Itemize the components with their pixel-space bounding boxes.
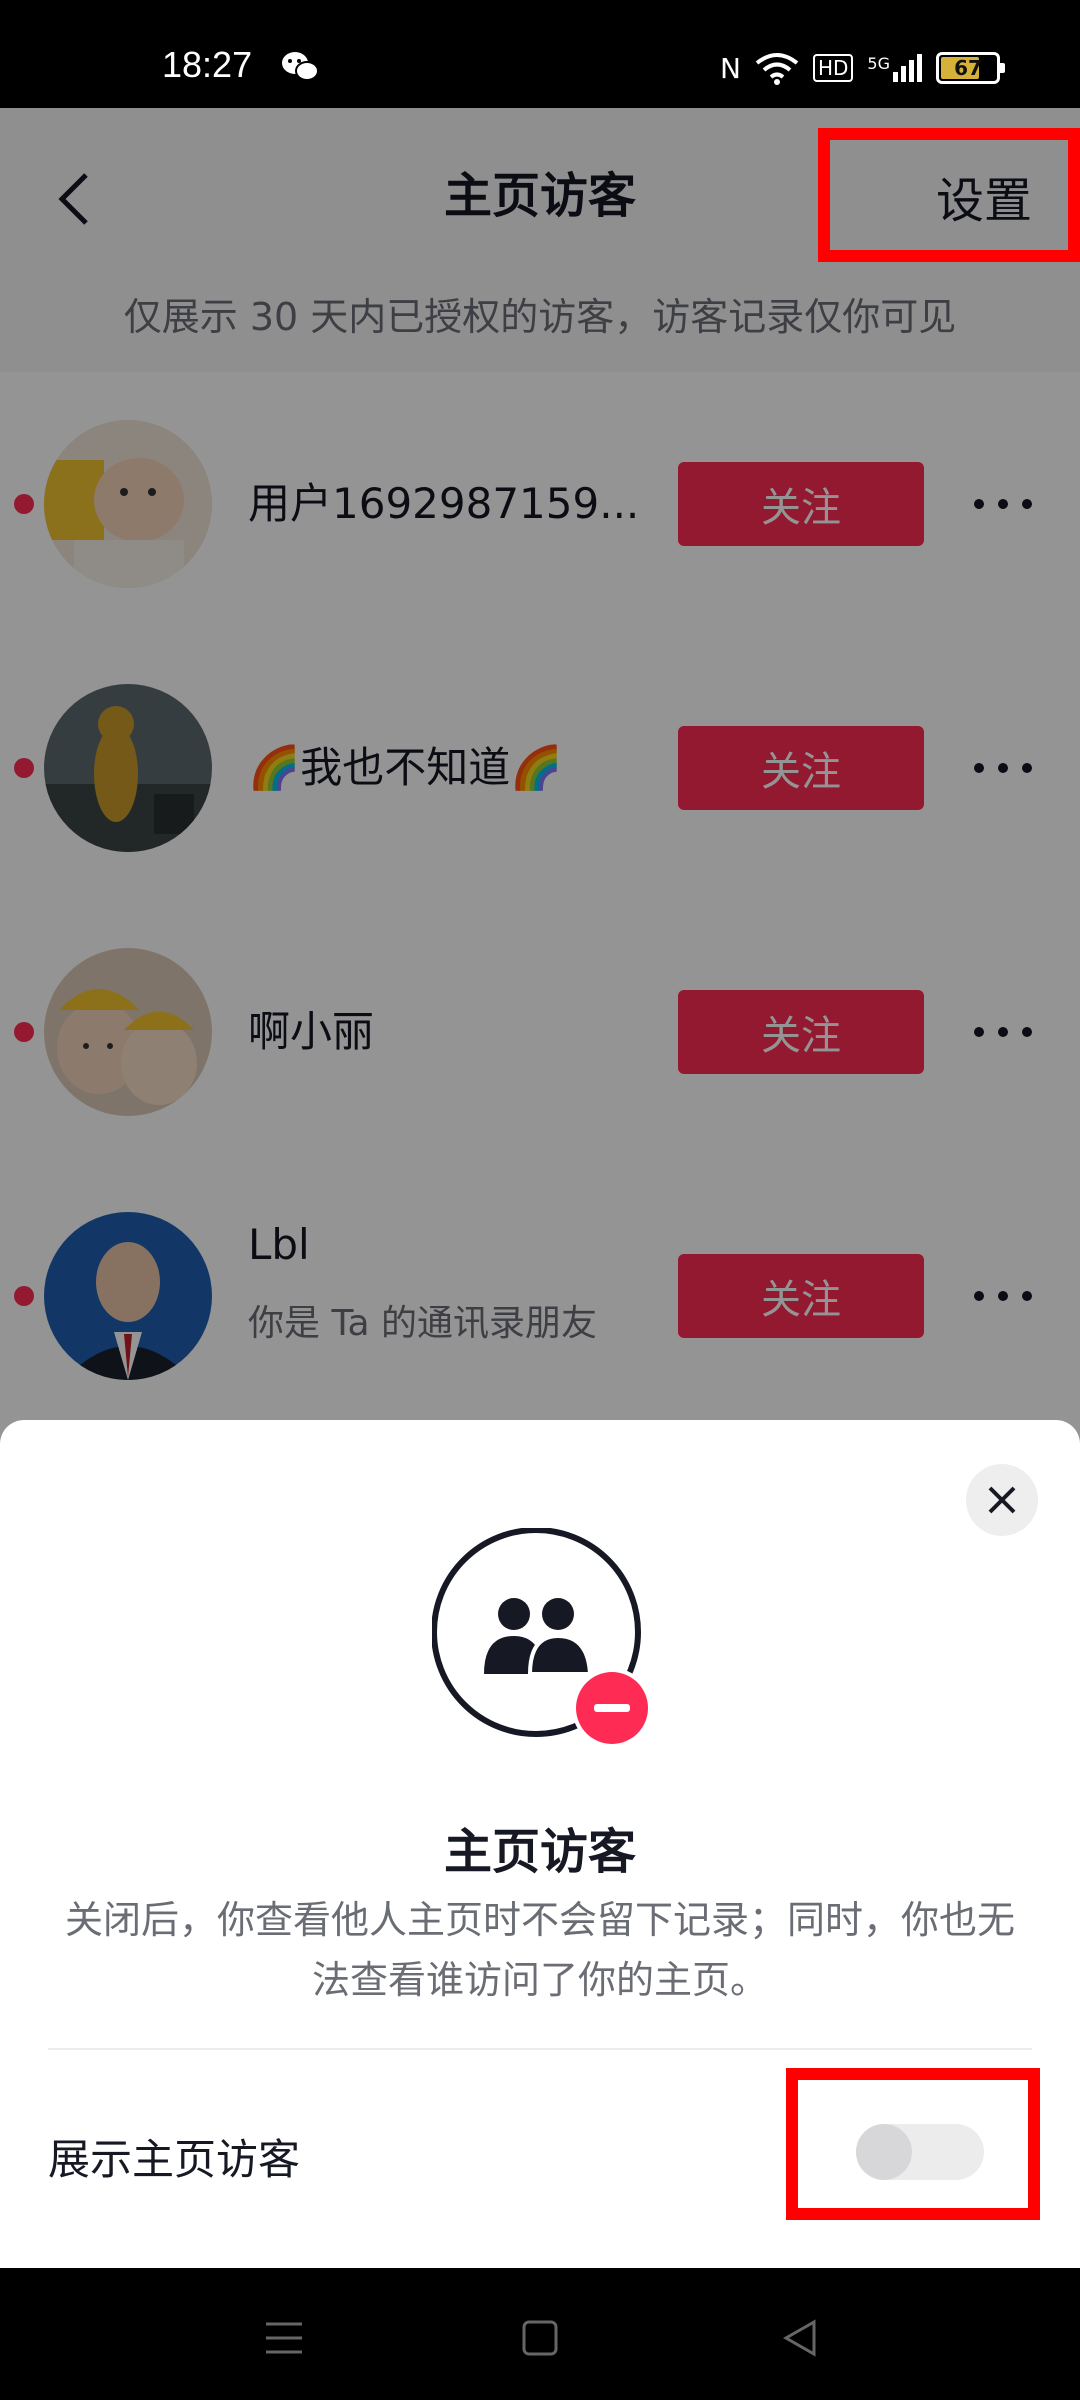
close-button[interactable] — [966, 1464, 1038, 1536]
status-bar: 18:27 N HD 5G 67 — [0, 0, 1080, 108]
network-type: 5G — [867, 54, 890, 73]
status-time: 18:27 — [162, 44, 253, 85]
close-icon — [988, 1486, 1016, 1514]
status-icons: N HD 5G 67 — [720, 48, 1005, 88]
hd-icon: HD — [812, 54, 854, 82]
nfc-icon: N — [720, 51, 741, 85]
visitors-bottom-sheet: 主页访客 关闭后，你查看他人主页时不会留下记录；同时，你也无法查看谁访问了你的主… — [0, 1420, 1080, 2268]
sheet-description: 关闭后，你查看他人主页时不会留下记录；同时，你也无法查看谁访问了你的主页。 — [64, 1898, 1015, 2002]
battery-level: 67 — [954, 56, 982, 80]
sheet-title: 主页访客 — [443, 1824, 636, 1880]
5g-signal-icon: 5G — [867, 54, 922, 82]
home-icon[interactable] — [510, 2308, 570, 2368]
wechat-icon — [282, 52, 319, 81]
divider — [48, 2048, 1032, 2050]
toggle-knob — [856, 2124, 912, 2180]
visitors-off-icon — [432, 1528, 652, 1748]
show-visitors-toggle[interactable] — [856, 2124, 984, 2180]
toggle-label: 展示主页访客 — [48, 2135, 301, 2184]
system-nav-bar — [0, 2270, 1080, 2400]
visitors-page: 主页访客 设置 仅展示 30 天内已授权的访客，访客记录仅你可见 用户16929… — [0, 108, 1080, 2268]
menu-icon[interactable] — [254, 2308, 314, 2368]
back-triangle-icon[interactable] — [770, 2308, 830, 2368]
battery-icon: 67 — [936, 52, 1005, 84]
wifi-icon — [755, 53, 799, 85]
